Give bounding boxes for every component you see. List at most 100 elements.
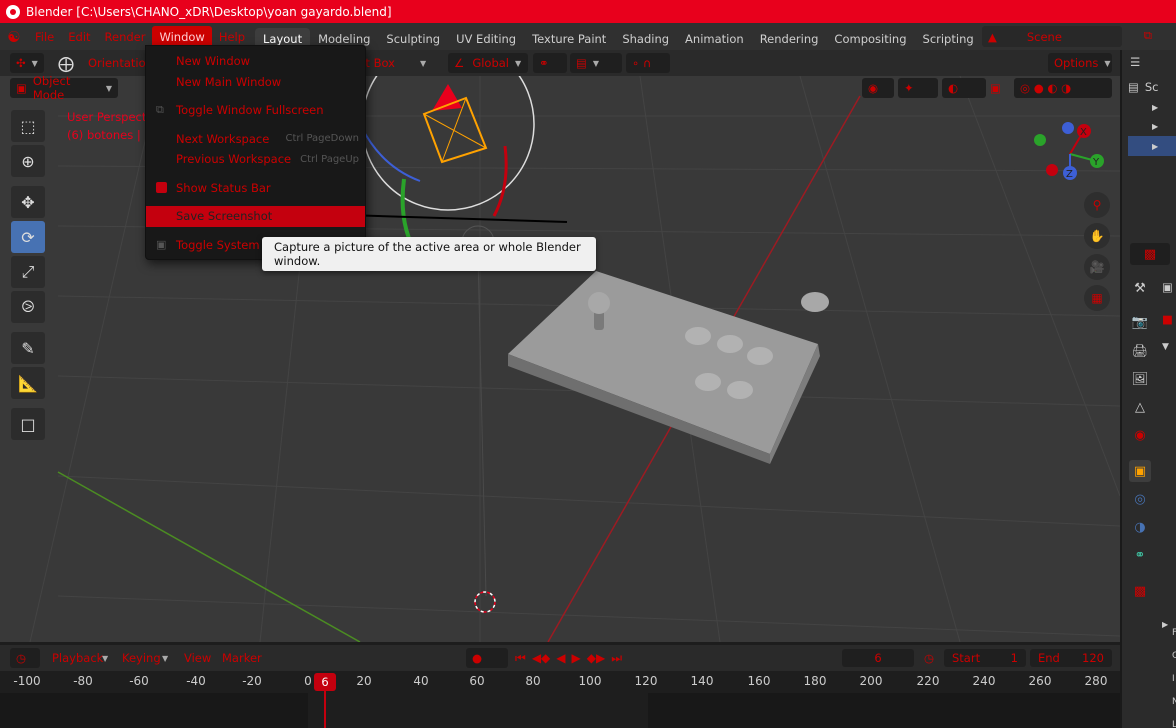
perspective-toggle-icon[interactable]: ▦: [1084, 285, 1110, 311]
tab-sculpting[interactable]: Sculpting: [378, 28, 448, 50]
timeline-editor-dropdown[interactable]: ◷: [10, 648, 40, 668]
playback-menu[interactable]: Playback: [52, 651, 103, 665]
tab-compositing[interactable]: Compositing: [826, 28, 914, 50]
outliner-row-selected[interactable]: ▶: [1128, 136, 1176, 156]
tab-scripting[interactable]: Scripting: [915, 28, 982, 50]
mode-dropdown[interactable]: ▣ Object Mode ▼: [10, 76, 118, 102]
physics-properties-icon[interactable]: ◑: [1129, 516, 1151, 538]
measure-tool[interactable]: 📐: [11, 367, 45, 399]
add-cube-tool[interactable]: □: [11, 408, 45, 440]
current-frame-field[interactable]: 6: [842, 649, 914, 667]
preview-range-icon[interactable]: ◷: [924, 651, 934, 665]
keying-menu[interactable]: Keying: [122, 651, 161, 665]
playhead-line[interactable]: [324, 691, 326, 728]
save-screenshot-item[interactable]: Save Screenshot: [146, 206, 365, 227]
chevron-down-icon[interactable]: ▼: [102, 654, 108, 663]
blender-menu-icon[interactable]: ☯: [0, 28, 28, 46]
visibility-dropdown[interactable]: ◉: [862, 78, 894, 98]
navigation-gizmo[interactable]: X Y Z: [1026, 118, 1110, 188]
render-properties-icon[interactable]: 📷: [1129, 311, 1151, 333]
annotate-tool[interactable]: ✎: [11, 332, 45, 364]
play-reverse-icon[interactable]: ◀: [556, 651, 565, 665]
jump-end-icon[interactable]: ⏭: [611, 651, 622, 666]
properties-editor-dropdown[interactable]: ▩: [1130, 243, 1170, 265]
scale-tool[interactable]: ⤢: [11, 256, 45, 288]
panel-expand-icon[interactable]: ▼: [1162, 342, 1169, 352]
transform-orientation-icon[interactable]: ⨁: [58, 54, 74, 73]
zoom-icon[interactable]: ⚲: [1084, 192, 1110, 218]
constraints-icon[interactable]: ⚭: [1129, 544, 1151, 566]
next-keyframe-icon[interactable]: ◆▶: [587, 651, 605, 665]
panel-label[interactable]: I: [1172, 668, 1176, 691]
tab-rendering[interactable]: Rendering: [752, 28, 827, 50]
show-status-bar-item[interactable]: Show Status Bar: [146, 178, 365, 199]
view-layer-icon[interactable]: 🖼: [1129, 368, 1151, 390]
texture-properties-icon[interactable]: ▩: [1129, 580, 1151, 602]
xray-icon[interactable]: ▣: [990, 81, 1001, 95]
new-window-item[interactable]: New Window: [146, 51, 365, 72]
panel-label[interactable]: C: [1172, 645, 1176, 668]
start-frame-field[interactable]: Start 1: [944, 649, 1026, 667]
pin-icon[interactable]: ▣: [1162, 280, 1173, 294]
tab-shading[interactable]: Shading: [614, 28, 677, 50]
auto-keying-toggle[interactable]: ●: [466, 648, 508, 668]
duplicate-scene-icon[interactable]: ⧉: [1144, 28, 1152, 43]
toggle-fullscreen-item[interactable]: ⧉ Toggle Window Fullscreen: [146, 100, 365, 121]
jump-start-icon[interactable]: ⏮: [515, 651, 526, 666]
prev-keyframe-icon[interactable]: ◀◆: [532, 651, 550, 665]
outliner-row[interactable]: ▶: [1128, 97, 1176, 117]
scene-selector[interactable]: ▲ Scene: [982, 26, 1122, 47]
outliner-scene-row[interactable]: ▤ Sc: [1128, 77, 1176, 97]
neg-y-axis-dot[interactable]: [1034, 134, 1046, 146]
scene-properties-icon[interactable]: △: [1129, 396, 1151, 418]
options-dropdown[interactable]: Options ▼: [1048, 53, 1112, 73]
end-frame-field[interactable]: End 120: [1030, 649, 1112, 667]
neg-x-axis-dot[interactable]: [1046, 164, 1058, 176]
world-properties-icon[interactable]: ◉: [1129, 424, 1151, 446]
menu-edit[interactable]: Edit: [61, 26, 97, 48]
select-box-tool[interactable]: ⬚: [11, 110, 45, 142]
outliner-row[interactable]: ▶: [1128, 116, 1176, 136]
tab-animation[interactable]: Animation: [677, 28, 752, 50]
panel-label[interactable]: F: [1172, 622, 1176, 645]
marker-menu[interactable]: Marker: [222, 651, 262, 665]
neg-z-axis-dot[interactable]: [1062, 122, 1074, 134]
gizmo-dropdown[interactable]: ✦: [898, 78, 938, 98]
editor-type-icon[interactable]: ☰: [1130, 55, 1140, 69]
new-main-window-item[interactable]: New Main Window: [146, 72, 365, 93]
tool-properties-icon[interactable]: ⚒: [1129, 277, 1151, 299]
shading-modes[interactable]: ◎ ● ◐ ◑: [1014, 78, 1112, 98]
overlays-dropdown[interactable]: ◐: [942, 78, 986, 98]
tab-uv-editing[interactable]: UV Editing: [448, 28, 524, 50]
tab-texture-paint[interactable]: Texture Paint: [524, 28, 614, 50]
previous-workspace-item[interactable]: Previous Workspace Ctrl PageUp: [146, 149, 365, 170]
chevron-down-icon[interactable]: ▼: [420, 59, 426, 68]
transform-space-dropdown[interactable]: ∠ Global ▼: [448, 53, 528, 73]
transform-tool[interactable]: ⧁: [11, 291, 45, 323]
timeline-ruler[interactable]: -100 -80 -60 -40 -20 0 20 40 60 80 100 1…: [0, 671, 1120, 693]
timeline-body[interactable]: [0, 693, 1120, 728]
chevron-down-icon[interactable]: ▼: [162, 654, 168, 663]
next-workspace-item[interactable]: Next Workspace Ctrl PageDown: [146, 129, 365, 150]
proportional-edit-dropdown[interactable]: ∘ ∩: [626, 53, 670, 73]
modifier-properties-icon[interactable]: ◎: [1129, 488, 1151, 510]
play-icon[interactable]: ▶: [572, 651, 581, 665]
transform-pivot-dropdown[interactable]: ✣ ▼: [10, 53, 44, 73]
menu-file[interactable]: File: [28, 26, 61, 48]
checkbox-checked-icon[interactable]: [156, 182, 167, 194]
view-menu[interactable]: View: [184, 651, 211, 665]
cursor-tool[interactable]: ⊕: [11, 145, 45, 177]
object-data-icon[interactable]: ■: [1162, 312, 1173, 326]
panel-label[interactable]: N: [1172, 691, 1176, 714]
object-properties-icon[interactable]: ▣: [1129, 460, 1151, 482]
snap-dropdown[interactable]: ▤ ▼: [570, 53, 622, 73]
output-properties-icon[interactable]: 🖨: [1129, 340, 1151, 362]
playhead-badge[interactable]: 6: [314, 673, 336, 691]
pan-hand-icon[interactable]: ✋: [1084, 223, 1110, 249]
panel-label[interactable]: L: [1172, 714, 1176, 728]
pivot-point-dropdown[interactable]: ⚭: [533, 53, 567, 73]
move-tool[interactable]: ✥: [11, 186, 45, 218]
camera-view-icon[interactable]: 🎥: [1084, 254, 1110, 280]
orientation-label[interactable]: Orientation: [88, 56, 153, 70]
rotate-tool[interactable]: ⟳: [11, 221, 45, 253]
